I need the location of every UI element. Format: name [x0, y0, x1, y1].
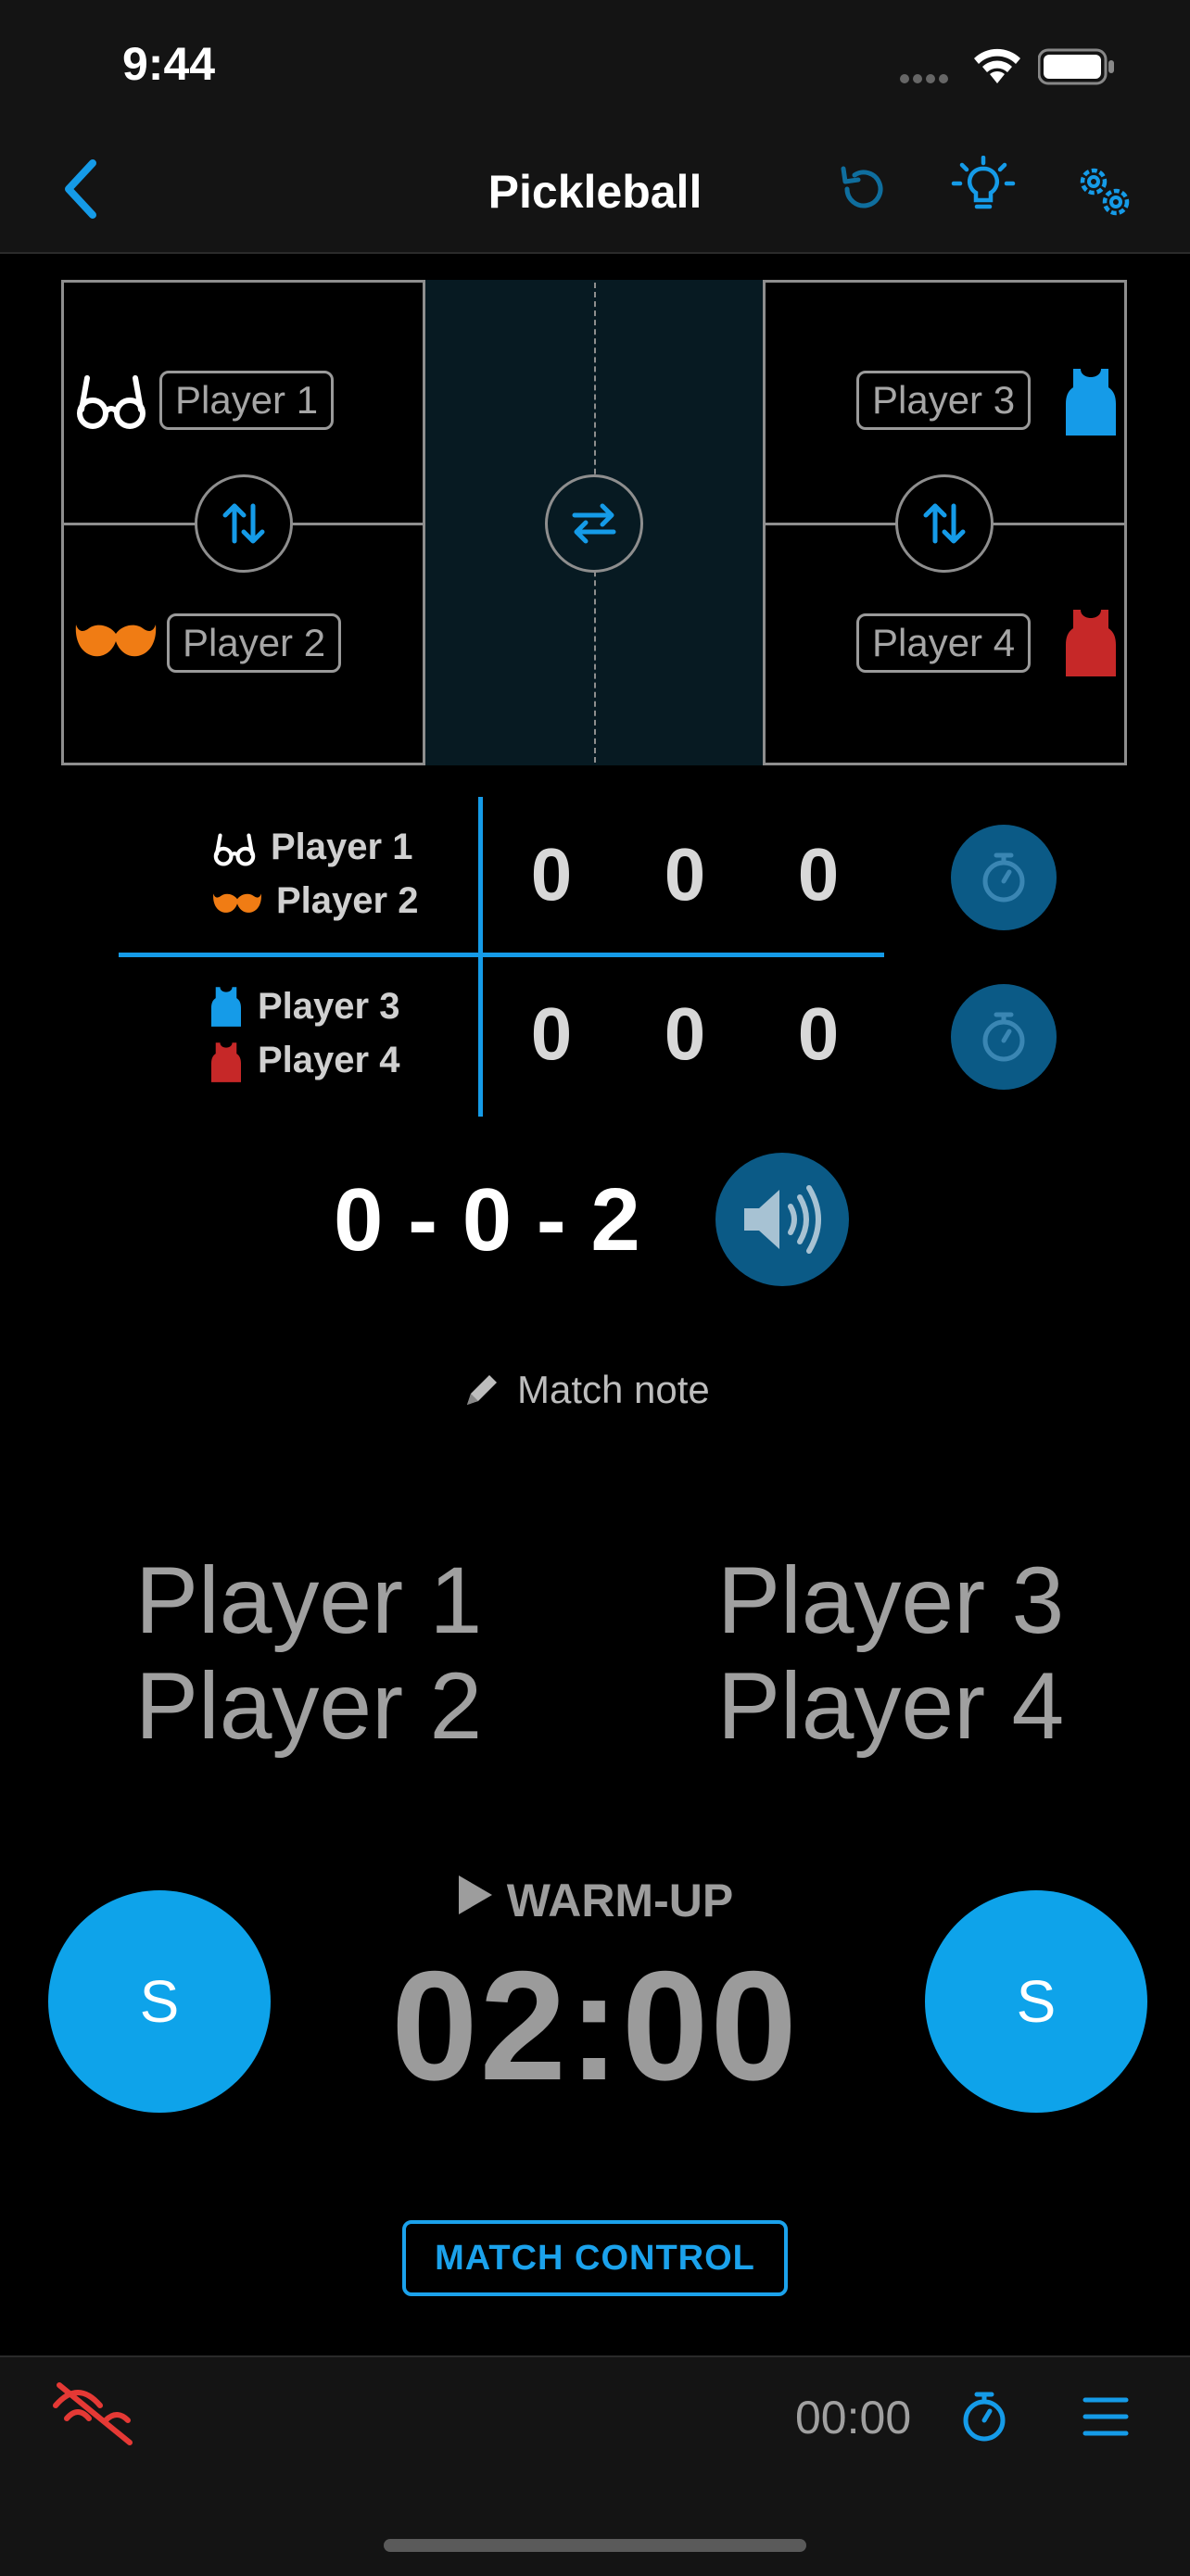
stopwatch-icon[interactable]: [958, 2389, 1010, 2449]
team2-timeout-button[interactable]: [951, 984, 1057, 1090]
match-note-button[interactable]: Match note: [463, 1368, 710, 1412]
swap-horizontal-icon: [572, 503, 616, 544]
swap-sides-button[interactable]: [545, 474, 643, 573]
right-team-player-1: Player 3: [717, 1547, 1065, 1653]
swap-right-players-button[interactable]: [895, 474, 994, 573]
undo-button[interactable]: [834, 161, 890, 221]
tank-top-icon: [211, 986, 241, 1031]
pencil-icon: [467, 1375, 497, 1405]
swap-left-players-button[interactable]: [195, 474, 293, 573]
court-player-3[interactable]: Player 3: [856, 371, 1032, 430]
team2-player-b: Player 4: [258, 1040, 400, 1080]
cellular-signal-icon: [899, 72, 955, 89]
play-icon: [457, 1874, 494, 1927]
team1-game-3-score[interactable]: 0: [777, 832, 860, 917]
team1-player-b: Player 2: [276, 880, 419, 921]
speaker-icon: [744, 1185, 821, 1254]
wifi-icon: [971, 46, 1023, 90]
team2-player-a: Player 3: [258, 986, 400, 1027]
mustache-icon: [74, 621, 158, 672]
team2-game-1-score[interactable]: 0: [510, 991, 593, 1077]
left-team-names: Player 1 Player 2: [135, 1547, 482, 1759]
left-team-player-2: Player 2: [135, 1653, 483, 1759]
swap-vertical-icon: [222, 503, 265, 544]
settings-gears-icon[interactable]: [1073, 161, 1136, 225]
lightbulb-icon[interactable]: [951, 155, 1016, 221]
team2-game-3-score[interactable]: 0: [777, 991, 860, 1077]
tank-top-icon: [211, 1042, 241, 1087]
menu-icon[interactable]: [1082, 2396, 1129, 2442]
match-note-label: Match note: [517, 1368, 710, 1411]
court-player-4[interactable]: Player 4: [856, 613, 1032, 673]
court-player-1[interactable]: Player 1: [159, 371, 335, 430]
status-time: 9:44: [122, 38, 216, 90]
glasses-icon: [74, 373, 148, 436]
team2-game-2-score[interactable]: 0: [643, 991, 727, 1077]
team1-game-1-score[interactable]: 0: [510, 832, 593, 917]
right-team-player-2: Player 4: [717, 1653, 1065, 1759]
team1-timeout-button[interactable]: [951, 825, 1057, 930]
left-team-player-1: Player 1: [135, 1547, 483, 1653]
sound-muted-icon[interactable]: [50, 2378, 137, 2453]
tank-top-icon: [1066, 608, 1116, 681]
countdown-timer[interactable]: 02:00: [0, 1937, 1190, 2115]
mustache-icon: [211, 891, 263, 924]
tank-top-icon: [1066, 367, 1116, 440]
team1-player-a: Player 1: [271, 827, 413, 867]
swap-vertical-icon: [923, 503, 966, 544]
score-call: 0 - 0 - 2: [334, 1170, 640, 1269]
battery-icon: [1037, 48, 1116, 90]
timer-mode-label: WARM-UP: [506, 1874, 734, 1926]
timer-mode[interactable]: WARM-UP: [0, 1870, 1190, 1927]
announce-score-button[interactable]: [715, 1153, 849, 1286]
score-table-divider-horizontal: [119, 953, 884, 957]
stopwatch-icon: [982, 852, 1025, 903]
elapsed-time: 00:00: [795, 2392, 912, 2443]
right-team-names: Player 3 Player 4: [717, 1547, 1064, 1759]
court-player-2[interactable]: Player 2: [167, 613, 342, 673]
team1-game-2-score[interactable]: 0: [643, 832, 727, 917]
glasses-icon: [211, 832, 258, 872]
match-control-button[interactable]: MATCH CONTROL: [402, 2220, 788, 2296]
home-indicator: [384, 2539, 806, 2552]
stopwatch-icon: [982, 1012, 1025, 1062]
